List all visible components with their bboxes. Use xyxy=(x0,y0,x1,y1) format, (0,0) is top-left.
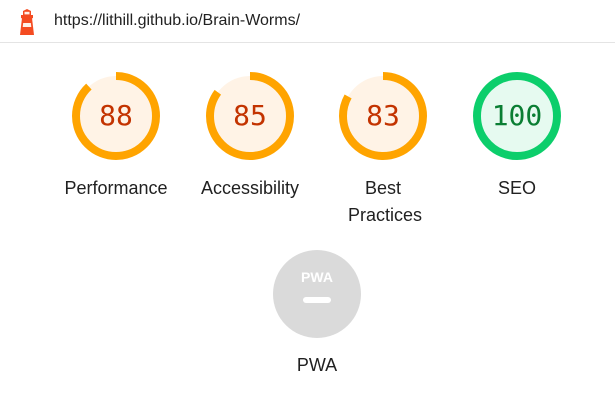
pwa-icon: PWA xyxy=(273,250,361,338)
gauge-label: PWA xyxy=(296,355,338,375)
gauge-score: 85 xyxy=(233,99,267,132)
gauge-label: Accessibility xyxy=(200,178,300,198)
pwa-badge-text: PWA xyxy=(301,269,333,285)
gauge-label: Performance xyxy=(64,178,168,198)
gauge-label: Best Practices xyxy=(348,178,423,225)
gauge-label: SEO xyxy=(497,178,536,198)
page-url-link[interactable]: https://lithill.github.io/Brain-Worms/ xyxy=(54,10,300,32)
gauge-score: 88 xyxy=(99,99,133,132)
gauge-score: 83 xyxy=(366,99,400,132)
report-header: https://lithill.github.io/Brain-Worms/ xyxy=(0,0,615,43)
lighthouse-icon xyxy=(20,9,34,35)
gauge-score: 100 xyxy=(491,99,543,132)
pwa-dash xyxy=(303,297,331,303)
